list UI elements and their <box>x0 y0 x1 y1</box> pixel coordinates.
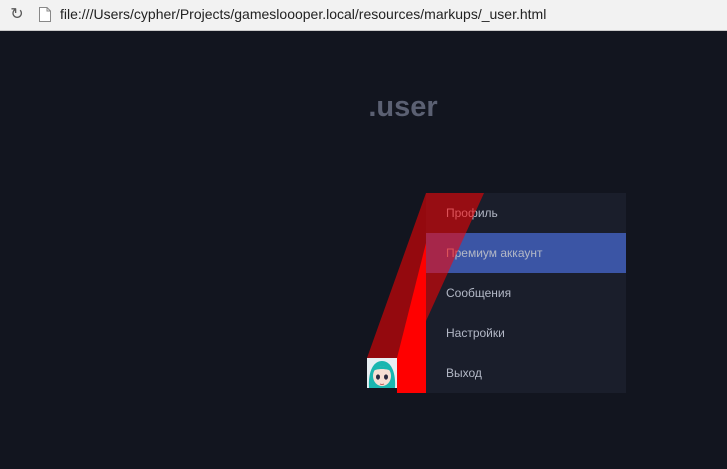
menu-item-profile[interactable]: Профиль <box>426 193 626 233</box>
page-content: .user Профиль Премиум аккаунт Сообщения … <box>0 31 727 469</box>
document-icon <box>39 7 51 22</box>
avatar-image <box>367 358 397 388</box>
browser-address-bar: ↻ file:///Users/cypher/Projects/gamesloo… <box>0 0 727 31</box>
page-title: .user <box>368 91 438 123</box>
highlight-stem <box>397 243 426 393</box>
menu-item-settings[interactable]: Настройки <box>426 313 626 353</box>
menu-item-messages[interactable]: Сообщения <box>426 273 626 313</box>
menu-item-logout[interactable]: Выход <box>426 353 626 393</box>
avatar[interactable] <box>367 358 397 388</box>
reload-icon[interactable]: ↻ <box>8 5 26 23</box>
menu-item-premium[interactable]: Премиум аккаунт <box>426 233 626 273</box>
user-menu: Профиль Премиум аккаунт Сообщения Настро… <box>426 193 626 393</box>
url-field[interactable]: file:///Users/cypher/Projects/gameslooop… <box>60 6 546 22</box>
